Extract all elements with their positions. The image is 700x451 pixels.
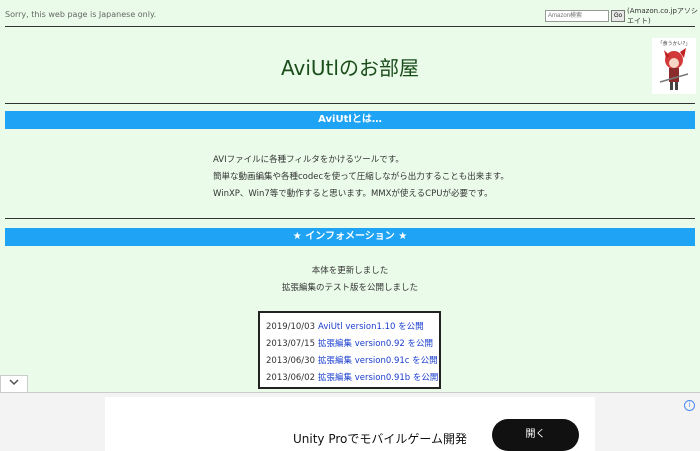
news-date: 2019/10/03 [266,322,315,332]
news-date: 2013/06/30 [266,356,315,366]
ad-content[interactable]: i Unity Proでモバイルゲーム開発 開く [105,397,695,451]
news-link[interactable]: 拡張編集 version0.91c を公開 [318,356,438,366]
news-link[interactable]: 拡張編集 version0.91b を公開 [318,373,438,383]
news-date: 2013/06/02 [266,373,315,383]
section-heading-info: ★ インフォメーション ★ [5,228,695,246]
page-title: AviUtlのお部屋 [281,56,419,80]
info-line: 拡張編集のテスト版を公開しました [281,283,418,293]
ad-open-button[interactable]: 開く [492,419,579,451]
ad-collapse-button[interactable] [0,375,28,393]
amazon-go-button[interactable]: Go [611,10,626,22]
ad-banner: i Unity Proでモバイルゲーム開発 開く [0,392,700,451]
amazon-search: Go (Amazon.co.jpアソシエイト) [545,6,700,26]
info-line: 本体を更新しました [311,266,389,276]
news-item: 2019/10/03 AviUtl version1.10 を公開 [266,319,439,336]
about-description: AVIファイルに各種フィルタをかけるツールです。 簡単な動画編集や各種codec… [213,152,509,203]
news-link[interactable]: AviUtl version1.10 を公開 [318,322,424,332]
news-item: 2013/06/30 拡張編集 version0.91c を公開 [266,353,439,370]
news-item: 2013/07/15 拡張編集 version0.92 を公開 [266,336,439,353]
amazon-associate-link[interactable]: (Amazon.co.jpアソシエイト) [627,6,700,26]
divider [5,26,695,27]
section-heading-about: AviUtlとは… [5,111,695,129]
about-line: 簡単な動画編集や各種codecを使って圧縮しながら出力することも出来ます。 [213,172,509,182]
about-line: AVIファイルに各種フィルタをかけるツールです。 [213,155,404,165]
amazon-search-input[interactable] [545,10,609,22]
news-item: 2013/06/02 拡張編集 version0.91b を公開 [266,370,439,387]
news-box: 2019/10/03 AviUtl version1.10 を公開 2013/07… [258,311,441,389]
language-note: Sorry, this web page is Japanese only. [5,10,157,19]
chevron-down-icon [9,379,19,386]
divider [5,103,695,104]
info-text: 本体を更新しました 拡張編集のテスト版を公開しました [0,263,700,297]
news-date: 2013/07/15 [266,339,315,349]
ad-headline: Unity Proでモバイルゲーム開発 [293,432,468,446]
divider [5,218,695,219]
ad-info-icon[interactable]: i [684,400,695,411]
mascot-caption: 「食うかい?」 [657,41,691,47]
news-link[interactable]: 拡張編集 version0.92 を公開 [318,339,433,349]
about-line: WinXP、Win7等で動作すると思います。MMXが使えるCPUが必要です。 [213,189,493,199]
news-list: 2019/10/03 AviUtl version1.10 を公開 2013/07… [260,313,439,387]
